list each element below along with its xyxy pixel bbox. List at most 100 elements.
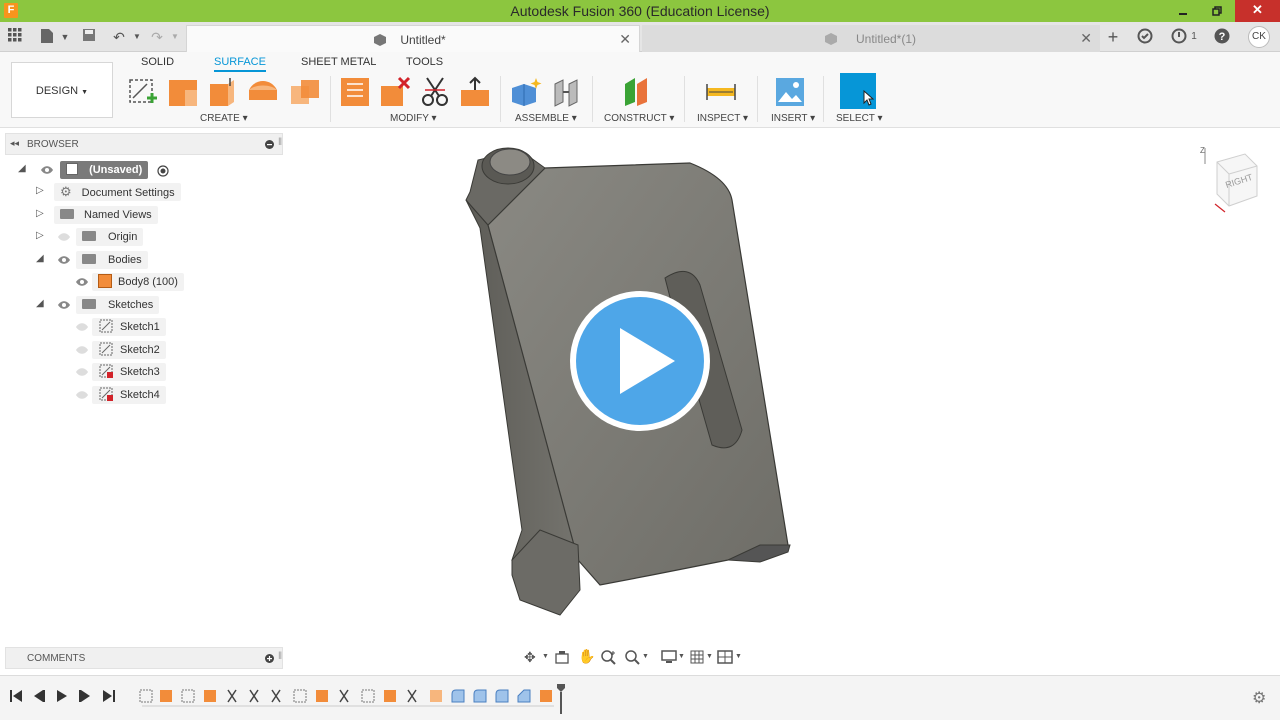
select-icon[interactable]: [840, 73, 876, 109]
chevron-down-icon[interactable]: ▼: [542, 653, 549, 660]
tree-item-named-views[interactable]: ▷ Named Views: [0, 205, 285, 225]
close-tab-icon[interactable]: ✕: [1080, 30, 1092, 47]
add-comment-icon[interactable]: [265, 654, 274, 663]
tab-untitled-1[interactable]: Untitled*(1) ✕: [642, 25, 1100, 52]
chevron-down-icon[interactable]: ▼: [678, 653, 685, 660]
viewcube[interactable]: Z RIGHT: [1197, 146, 1267, 216]
visibility-eye-icon[interactable]: [57, 255, 71, 265]
grid-settings-icon[interactable]: [690, 650, 704, 667]
tree-item-body8[interactable]: Body8 (100): [0, 272, 285, 292]
inspect-menu[interactable]: INSPECT ▾: [697, 113, 748, 124]
app-grid-icon[interactable]: [6, 28, 24, 46]
model-canvas[interactable]: [285, 128, 1280, 674]
tab-solid[interactable]: SOLID: [141, 56, 174, 68]
expanded-triangle-icon[interactable]: ◢: [18, 163, 26, 174]
visibility-eye-icon[interactable]: [40, 165, 54, 175]
tab-surface[interactable]: SURFACE: [214, 56, 266, 72]
visibility-eye-icon[interactable]: [57, 232, 71, 242]
tree-item-sketch4[interactable]: Sketch4: [0, 385, 285, 405]
loft-icon[interactable]: [247, 76, 279, 108]
assemble-menu[interactable]: ASSEMBLE ▾: [515, 113, 577, 124]
viewports-icon[interactable]: [717, 650, 733, 667]
create-menu[interactable]: CREATE ▾: [200, 113, 248, 124]
select-menu[interactable]: SELECT ▾: [836, 113, 883, 124]
visibility-eye-icon[interactable]: [75, 367, 89, 377]
panel-grip-icon[interactable]: ‖: [278, 137, 282, 148]
look-at-icon[interactable]: [555, 650, 569, 667]
create-sketch-icon[interactable]: [127, 76, 159, 108]
activate-radio-icon[interactable]: [157, 165, 169, 177]
pan-hand-icon[interactable]: ✋: [578, 648, 595, 665]
undo-chevron-icon[interactable]: ▼: [128, 28, 146, 46]
tree-item-sketches[interactable]: ◢ Sketches: [0, 295, 285, 315]
offset-surface-icon[interactable]: [339, 76, 371, 108]
tree-item-document-settings[interactable]: ▷ ⚙ Document Settings: [0, 182, 285, 202]
undo-icon[interactable]: ↶: [110, 28, 128, 46]
timeline-marker[interactable]: [557, 684, 565, 714]
play-icon[interactable]: [56, 689, 68, 706]
3d-viewport[interactable]: Z RIGHT ✥ ▼ ✋ ▼ ▼ ▼ ▼: [285, 128, 1280, 674]
help-icon[interactable]: ?: [1213, 28, 1231, 46]
close-tab-icon[interactable]: ✕: [619, 31, 631, 48]
tree-item-sketch1[interactable]: Sketch1: [0, 317, 285, 337]
save-icon[interactable]: [80, 28, 98, 46]
new-tab-icon[interactable]: +: [1104, 28, 1122, 46]
press-pull-icon[interactable]: [459, 76, 491, 108]
timeline-settings-gear-icon[interactable]: ⚙: [1252, 688, 1266, 708]
tree-item-origin[interactable]: ▷ Origin: [0, 227, 285, 247]
expanded-triangle-icon[interactable]: ◢: [36, 253, 44, 264]
delete-face-icon[interactable]: [379, 76, 411, 108]
tree-item-sketch2[interactable]: Sketch2: [0, 340, 285, 360]
tree-item-sketch3[interactable]: Sketch3: [0, 362, 285, 382]
zoom-icon[interactable]: [600, 649, 616, 668]
go-to-end-icon[interactable]: [103, 689, 115, 706]
chevron-down-icon[interactable]: ▼: [642, 653, 649, 660]
job-status-icon[interactable]: [1136, 28, 1154, 46]
minimize-button[interactable]: [1172, 0, 1194, 22]
split-body-icon[interactable]: [419, 76, 451, 108]
joint-icon[interactable]: [551, 76, 583, 108]
collapse-panel-icon[interactable]: ◂◂: [10, 138, 19, 149]
chevron-down-icon[interactable]: ▼: [706, 653, 713, 660]
modify-menu[interactable]: MODIFY ▾: [390, 113, 437, 124]
minus-icon[interactable]: [265, 140, 274, 149]
panel-grip-icon[interactable]: ‖: [278, 651, 282, 662]
file-menu-chevron-icon[interactable]: ▼: [56, 28, 74, 46]
offset-plane-icon[interactable]: [621, 76, 653, 108]
extrude-surface-icon[interactable]: [167, 76, 199, 108]
redo-icon[interactable]: ↷: [148, 28, 166, 46]
boundary-fill-icon[interactable]: [289, 76, 321, 108]
chevron-down-icon[interactable]: ▼: [735, 653, 742, 660]
workspace-switcher[interactable]: DESIGN ▼: [11, 62, 113, 118]
fit-icon[interactable]: [624, 649, 640, 668]
restore-button[interactable]: [1206, 0, 1228, 22]
go-to-start-icon[interactable]: [10, 689, 22, 706]
visibility-eye-icon[interactable]: [57, 300, 71, 310]
collapsed-triangle-icon[interactable]: ▷: [36, 185, 44, 196]
visibility-eye-icon[interactable]: [75, 322, 89, 332]
collapsed-triangle-icon[interactable]: ▷: [36, 230, 44, 241]
visibility-eye-icon[interactable]: [75, 277, 89, 287]
file-menu-icon[interactable]: [38, 28, 56, 46]
user-avatar[interactable]: CK: [1248, 26, 1270, 48]
visibility-eye-icon[interactable]: [75, 345, 89, 355]
tab-sheet-metal[interactable]: SHEET METAL: [301, 56, 376, 68]
patch-icon[interactable]: [206, 76, 238, 108]
expanded-triangle-icon[interactable]: ◢: [36, 298, 44, 309]
tab-tools[interactable]: TOOLS: [406, 56, 443, 68]
tab-untitled[interactable]: Untitled* ✕: [186, 25, 640, 52]
step-forward-icon[interactable]: [79, 689, 91, 706]
play-video-button[interactable]: [567, 288, 713, 434]
display-settings-icon[interactable]: [661, 650, 677, 667]
insert-menu[interactable]: INSERT ▾: [771, 113, 815, 124]
root-component[interactable]: (Unsaved): [60, 161, 149, 179]
tree-item-bodies[interactable]: ◢ Bodies: [0, 250, 285, 270]
visibility-eye-icon[interactable]: [75, 390, 89, 400]
construct-menu[interactable]: CONSTRUCT ▾: [604, 113, 674, 124]
redo-chevron-icon[interactable]: ▼: [166, 28, 184, 46]
measure-icon[interactable]: [705, 76, 737, 108]
new-component-icon[interactable]: [510, 76, 542, 108]
tree-root[interactable]: ◢ (Unsaved): [0, 160, 285, 180]
close-window-button[interactable]: ✕: [1235, 0, 1280, 22]
step-back-icon[interactable]: [33, 689, 45, 706]
